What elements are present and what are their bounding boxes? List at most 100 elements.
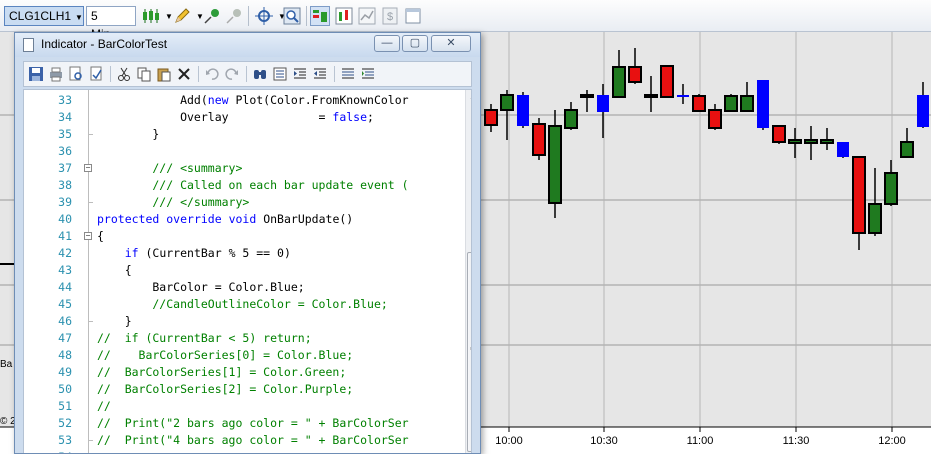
scroll-up-icon[interactable]: ▲ [469, 92, 471, 101]
chart-trader-button[interactable] [310, 6, 330, 26]
code-text: Add(new Plot(Color.FromKnownColor [97, 93, 409, 107]
outdent-icon[interactable] [312, 66, 328, 82]
code-line[interactable]: 44 BarColor = Color.Blue; [24, 279, 464, 296]
code-line[interactable]: 36 [24, 143, 464, 160]
code-text: // Print("4 bars ago color = " + BarColo… [97, 433, 409, 447]
restore-icon: ▢ [409, 37, 421, 49]
code-text: { [97, 229, 104, 243]
save-icon[interactable] [28, 66, 44, 82]
remove-drawings-button[interactable] [224, 6, 244, 26]
code-text: // BarColorSeries[2] = Color.Purple; [97, 382, 354, 396]
bar-type-button[interactable] [141, 6, 161, 26]
line-number: 49 [58, 365, 72, 379]
code-line[interactable]: 40 protected override void OnBarUpdate() [24, 211, 464, 228]
code-line[interactable]: 37 − /// <summary> [24, 160, 464, 177]
candle-body [597, 95, 609, 112]
page-setup-icon[interactable] [88, 66, 104, 82]
collapse-icon[interactable]: − [84, 232, 92, 240]
code-line[interactable]: 48 // BarColorSeries[0] = Color.Blue; [24, 347, 464, 364]
copy-icon[interactable] [136, 66, 152, 82]
code-line[interactable]: 34 Overlay = false; [24, 109, 464, 126]
code-line[interactable]: 35 } [24, 126, 464, 143]
line-number: 34 [58, 110, 72, 124]
pushpin-icon [204, 9, 219, 24]
line-number: 42 [58, 246, 72, 260]
code-text: if (CurrentBar % 5 == 0) [124, 246, 291, 260]
code-line[interactable]: 54 [24, 449, 464, 453]
interval-selector[interactable]: 5 Min▼ [86, 6, 136, 41]
code-line[interactable]: 41 −{ [24, 228, 464, 245]
drawing-tools-button[interactable] [172, 6, 192, 26]
svg-text:$: $ [387, 11, 393, 23]
paste-icon[interactable] [156, 66, 172, 82]
redo-icon[interactable] [224, 66, 240, 82]
candle-body [917, 95, 929, 127]
vertical-scrollbar[interactable]: ▲ ≡ [465, 90, 471, 453]
toolbar-separator [198, 66, 199, 82]
fold-end-marker [88, 134, 93, 135]
code-line[interactable]: 42 if (CurrentBar % 5 == 0) [24, 245, 464, 262]
code-line[interactable]: 47 // if (CurrentBar < 5) return; [24, 330, 464, 347]
time-axis-label: 10:30 [590, 435, 618, 447]
line-number: 50 [58, 382, 72, 396]
grip-icon: ≡ [470, 346, 471, 353]
zoom-button[interactable] [282, 6, 302, 26]
candle-body [724, 95, 738, 112]
pushpin-remove-icon [226, 9, 241, 24]
window-titlebar[interactable]: Indicator - BarColorTest — ▢ ✕ [15, 33, 480, 57]
collapse-icon[interactable]: − [84, 164, 92, 172]
fold-end-marker [88, 440, 93, 441]
indicators-button[interactable] [334, 6, 354, 26]
restore-button[interactable]: ▢ [402, 35, 428, 52]
code-line[interactable]: 49 // BarColorSeries[1] = Color.Green; [24, 364, 464, 381]
crosshair-button[interactable] [254, 6, 274, 26]
find-icon[interactable] [252, 66, 268, 82]
editor-toolbar [23, 61, 472, 87]
code-line[interactable]: 45 //CandleOutlineColor = Color.Blue; [24, 296, 464, 313]
candle-body [564, 109, 578, 129]
cut-icon[interactable] [116, 66, 132, 82]
code-editor[interactable]: 33 Add(new Plot(Color.FromKnownColor 34 O… [23, 89, 472, 453]
line-number: 47 [58, 331, 72, 345]
indent-icon[interactable] [292, 66, 308, 82]
code-text: // [97, 399, 111, 413]
indicator-editor-window[interactable]: Indicator - BarColorTest — ▢ ✕ 33 Add(ne… [14, 32, 481, 454]
close-button[interactable]: ✕ [431, 35, 471, 52]
window-title: Indicator - BarColorTest [41, 37, 168, 51]
properties-button[interactable]: $ [380, 6, 400, 26]
left-axis-fragment: Ba [0, 359, 13, 370]
candle-body [804, 139, 818, 144]
undo-icon[interactable] [204, 66, 220, 82]
print-preview-icon[interactable] [68, 66, 84, 82]
find-replace-icon[interactable] [272, 66, 288, 82]
instrument-selector[interactable]: CLG1CLH1 ▼ [4, 6, 84, 26]
code-line[interactable]: 52 // Print("2 bars ago color = " + BarCo… [24, 415, 464, 432]
code-line[interactable]: 53 // Print("4 bars ago color = " + BarCo… [24, 432, 464, 449]
instrument-label: CLG1CLH1 [9, 9, 72, 23]
code-line[interactable]: 50 // BarColorSeries[2] = Color.Purple; [24, 381, 464, 398]
delete-icon[interactable] [176, 66, 192, 82]
code-text: // BarColorSeries[1] = Color.Green; [97, 365, 347, 379]
candle-body [532, 123, 546, 156]
uncomment-lines-icon[interactable] [360, 66, 376, 82]
stay-in-draw-mode-button[interactable] [202, 6, 222, 26]
magnifier-icon [283, 7, 301, 25]
code-text: /// </summary> [97, 195, 250, 209]
code-line[interactable]: 43 { [24, 262, 464, 279]
code-line[interactable]: 33 Add(new Plot(Color.FromKnownColor [24, 92, 464, 109]
strategies-button[interactable] [357, 6, 377, 26]
comment-lines-icon[interactable] [340, 66, 356, 82]
code-line[interactable]: 51 // [24, 398, 464, 415]
code-text: // Print("2 bars ago color = " + BarColo… [97, 416, 409, 430]
code-text: } [97, 127, 160, 141]
candle-body [644, 94, 658, 98]
minimize-button[interactable]: — [374, 35, 400, 52]
code-line[interactable]: 46 } [24, 313, 464, 330]
code-text: /// Called on each bar update event ( [97, 178, 409, 192]
print-icon[interactable] [48, 66, 64, 82]
toolbar-separator [246, 66, 247, 82]
code-line[interactable]: 38 /// Called on each bar update event ( [24, 177, 464, 194]
code-text: // if (CurrentBar < 5) return; [97, 331, 312, 345]
data-box-button[interactable] [403, 6, 423, 26]
code-line[interactable]: 39 /// </summary> [24, 194, 464, 211]
